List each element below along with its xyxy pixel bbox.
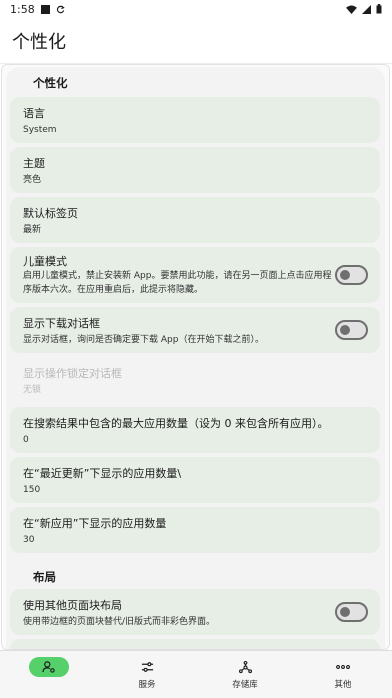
switch-knob xyxy=(340,325,350,335)
recent-updates-title: 在“最近更新”下显示的应用数量\ xyxy=(23,467,182,480)
language-value: System xyxy=(23,125,57,135)
kids-mode-title: 儿童模式 xyxy=(23,255,67,268)
language-title: 语言 xyxy=(23,107,45,120)
language-setting[interactable]: 语言 System xyxy=(10,97,380,143)
status-time: 1:58 xyxy=(10,2,35,16)
theme-value: 亮色 xyxy=(23,175,42,185)
max-results-title: 在搜索结果中包含的最大应用数量（设为 0 来包含所有应用）。 xyxy=(23,417,329,430)
nav-item-personalize[interactable] xyxy=(0,651,98,698)
switch-knob xyxy=(340,607,350,617)
wifi-icon xyxy=(346,4,357,14)
alt-layout-setting[interactable]: 使用其他页面块布局 使用带边框的页面块替代/旧版式而非彩色界面。 xyxy=(10,589,380,635)
page-title: 个性化 xyxy=(12,31,66,53)
theme-title: 主题 xyxy=(23,157,45,170)
nav-label: 服务 xyxy=(138,680,156,690)
lock-dialog-value: 无锁 xyxy=(23,385,42,395)
max-results-setting[interactable]: 在搜索结果中包含的最大应用数量（设为 0 来包含所有应用）。 0 xyxy=(10,407,380,453)
settings-scroll-area[interactable]: 个性化 语言 System 主题 亮色 默认标签页 最新 儿童模式 启用儿童模式… xyxy=(1,64,390,650)
new-apps-title: 在“新应用”下显示的应用数量 xyxy=(23,517,167,530)
notification-square-icon xyxy=(40,4,50,14)
nav-label: 存储库 xyxy=(232,680,258,690)
section-header-layout: 布局 xyxy=(33,570,56,584)
download-dialog-title: 显示下载对话框 xyxy=(23,317,100,330)
alt-layout-desc: 使用带边框的页面块替代/旧版式而非彩色界面。 xyxy=(23,617,216,627)
sliders-icon xyxy=(141,662,153,672)
next-setting-partial[interactable] xyxy=(10,639,380,649)
nav-label: 其他 xyxy=(334,680,352,690)
bottom-navigation: 服务 存储库 其他 xyxy=(0,650,392,698)
nav-item-repositories[interactable]: 存储库 xyxy=(196,651,294,698)
section-header-personalize: 个性化 xyxy=(33,76,68,90)
new-apps-value: 30 xyxy=(23,535,35,545)
download-dialog-switch[interactable] xyxy=(335,320,368,340)
alt-layout-title: 使用其他页面块布局 xyxy=(23,599,122,612)
nav-active-indicator xyxy=(29,657,69,677)
more-icon xyxy=(336,665,350,669)
kids-mode-switch[interactable] xyxy=(335,265,368,285)
kids-mode-setting[interactable]: 儿童模式 启用儿童模式，禁止安装新 App。要禁用此功能，请在另一页面上点击应用… xyxy=(10,247,380,303)
app-bar: 个性化 xyxy=(0,18,392,64)
download-dialog-setting[interactable]: 显示下载对话框 显示对话框，询问是否确定要下载 App（在开始下载之前）。 xyxy=(10,307,380,353)
person-settings-icon xyxy=(42,661,55,673)
cell-signal-icon xyxy=(362,4,371,14)
personalize-card: 个性化 语言 System 主题 亮色 默认标签页 最新 儿童模式 启用儿童模式… xyxy=(6,67,385,649)
lock-dialog-setting: 显示操作锁定对话框 无锁 xyxy=(10,357,380,403)
switch-knob xyxy=(340,270,350,280)
default-tab-value: 最新 xyxy=(23,225,42,235)
sync-icon xyxy=(56,4,65,13)
kids-mode-desc: 启用儿童模式，禁止安装新 App。要禁用此功能，请在另一页面上点击应用程序版本六… xyxy=(23,271,332,295)
alt-layout-switch[interactable] xyxy=(335,602,368,622)
max-results-value: 0 xyxy=(23,435,29,445)
theme-setting[interactable]: 主题 亮色 xyxy=(10,147,380,193)
lock-dialog-title: 显示操作锁定对话框 xyxy=(23,367,122,380)
nav-item-services[interactable]: 服务 xyxy=(98,651,196,698)
status-bar: 1:58 xyxy=(0,0,392,18)
recent-updates-setting[interactable]: 在“最近更新”下显示的应用数量\ 150 xyxy=(10,457,380,503)
new-apps-setting[interactable]: 在“新应用”下显示的应用数量 30 xyxy=(10,507,380,553)
default-tab-setting[interactable]: 默认标签页 最新 xyxy=(10,197,380,243)
download-dialog-desc: 显示对话框，询问是否确定要下载 App（在开始下载之前）。 xyxy=(23,335,264,345)
recent-updates-value: 150 xyxy=(23,485,41,495)
battery-icon xyxy=(376,4,382,14)
default-tab-title: 默认标签页 xyxy=(23,207,78,220)
nav-item-other[interactable]: 其他 xyxy=(294,651,392,698)
hub-icon xyxy=(238,660,252,673)
